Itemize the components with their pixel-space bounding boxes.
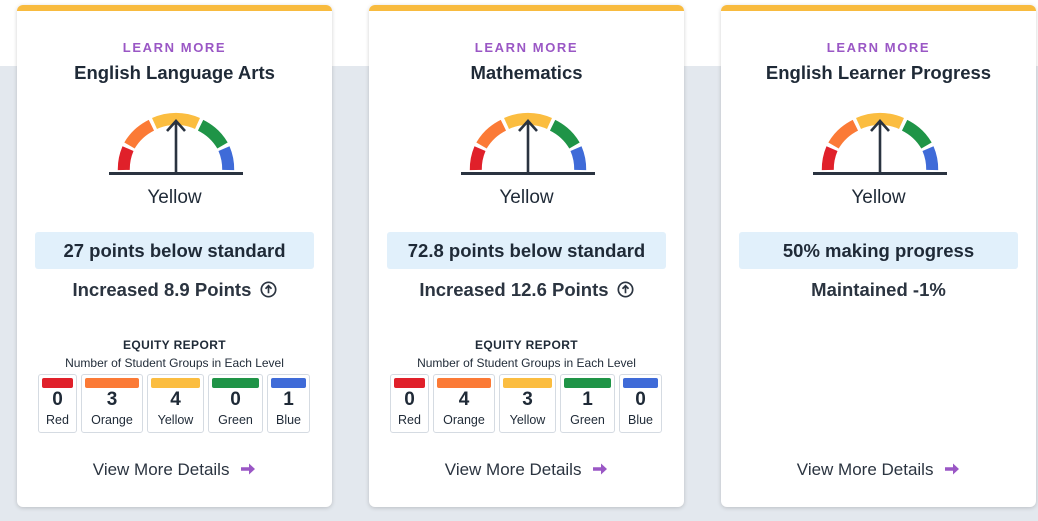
equity-level-green: 0 Green xyxy=(208,374,263,433)
equity-report-subtitle: Number of Student Groups in Each Level xyxy=(65,356,284,370)
arrow-up-circle-icon xyxy=(260,281,277,298)
arrow-right-icon xyxy=(945,463,960,475)
equity-level-blue: 1 Blue xyxy=(267,374,310,433)
level-color-bar xyxy=(394,378,425,388)
level-count: 1 xyxy=(283,389,294,410)
change-summary: Increased 12.6 Points xyxy=(369,279,684,301)
equity-level-green: 1 Green xyxy=(560,374,615,433)
equity-levels: 0 Red 4 Orange 3 Yellow 1 Green 0 Blue xyxy=(390,374,665,433)
change-summary: Maintained -1% xyxy=(721,279,1036,301)
level-label: Yellow xyxy=(509,413,546,427)
standard-distance-badge: 72.8 points below standard xyxy=(387,232,666,269)
card-english-language-arts: LEARN MORE English Language Arts Yellow … xyxy=(17,5,332,507)
view-more-details-link[interactable]: View More Details xyxy=(369,460,684,480)
level-color-bar xyxy=(503,378,552,388)
level-label: Orange xyxy=(91,413,133,427)
level-count: 0 xyxy=(230,389,241,410)
level-label: Red xyxy=(398,413,421,427)
equity-level-blue: 0 Blue xyxy=(619,374,662,433)
level-count: 3 xyxy=(522,389,533,410)
card-status-bar xyxy=(17,5,332,11)
level-color-bar xyxy=(151,378,200,388)
change-summary: Increased 8.9 Points xyxy=(17,279,332,301)
equity-level-yellow: 3 Yellow xyxy=(499,374,556,433)
arrow-right-icon xyxy=(593,463,608,475)
level-label: Red xyxy=(46,413,69,427)
equity-report-title: EQUITY REPORT xyxy=(475,338,578,352)
performance-gauge-icon xyxy=(461,112,595,175)
learn-more-link[interactable]: LEARN MORE xyxy=(17,40,332,55)
details-text: View More Details xyxy=(92,460,230,479)
learn-more-link[interactable]: LEARN MORE xyxy=(721,40,1036,55)
level-label: Blue xyxy=(275,413,302,427)
progress-badge: 50% making progress xyxy=(739,232,1018,269)
card-title: English Learner Progress xyxy=(765,62,992,83)
performance-gauge-icon xyxy=(813,112,947,175)
details-text: View More Details xyxy=(796,460,934,479)
equity-level-red: 0 Red xyxy=(390,374,429,433)
level-color-bar xyxy=(437,378,491,388)
view-more-details-link[interactable]: View More Details xyxy=(721,460,1036,480)
performance-status: Yellow xyxy=(851,187,906,208)
card-status-bar xyxy=(721,5,1036,11)
card-title: Mathematics xyxy=(470,62,583,83)
standard-distance-badge: 27 points below standard xyxy=(35,232,314,269)
arrow-right-icon xyxy=(241,463,256,475)
equity-levels: 0 Red 3 Orange 4 Yellow 0 Green 1 Blue xyxy=(38,374,313,433)
performance-gauge-icon xyxy=(109,112,243,175)
level-color-bar xyxy=(623,378,658,388)
level-count: 0 xyxy=(635,389,646,410)
level-label: Yellow xyxy=(157,413,194,427)
equity-level-yellow: 4 Yellow xyxy=(147,374,204,433)
level-count: 0 xyxy=(52,389,63,410)
change-text: Maintained -1% xyxy=(811,279,946,300)
performance-status: Yellow xyxy=(499,187,554,208)
level-count: 1 xyxy=(582,389,593,410)
level-color-bar xyxy=(42,378,73,388)
level-label: Orange xyxy=(443,413,485,427)
level-count: 3 xyxy=(106,389,118,410)
equity-report-subtitle: Number of Student Groups in Each Level xyxy=(417,356,636,370)
equity-level-red: 0 Red xyxy=(38,374,77,433)
equity-level-orange: 3 Orange xyxy=(81,374,143,433)
level-color-bar xyxy=(564,378,611,388)
card-status-bar xyxy=(369,5,684,11)
card-english-learner-progress: LEARN MORE English Learner Progress Yell… xyxy=(721,5,1036,507)
level-label: Green xyxy=(218,413,253,427)
level-count: 4 xyxy=(458,389,470,410)
change-text: Increased 8.9 Points xyxy=(72,279,252,300)
equity-level-orange: 4 Orange xyxy=(433,374,495,433)
level-color-bar xyxy=(212,378,259,388)
arrow-up-circle-icon xyxy=(617,281,634,298)
performance-status: Yellow xyxy=(147,187,202,208)
level-label: Blue xyxy=(627,413,654,427)
card-title: English Language Arts xyxy=(74,62,275,83)
level-label: Green xyxy=(570,413,605,427)
details-text: View More Details xyxy=(444,460,582,479)
change-text: Increased 12.6 Points xyxy=(419,279,609,300)
level-count: 4 xyxy=(170,389,181,410)
level-color-bar xyxy=(271,378,306,388)
level-count: 0 xyxy=(404,389,415,410)
level-color-bar xyxy=(85,378,139,388)
equity-report-title: EQUITY REPORT xyxy=(123,338,226,352)
view-more-details-link[interactable]: View More Details xyxy=(17,460,332,480)
card-mathematics: LEARN MORE Mathematics Yellow 72.8 point… xyxy=(369,5,684,507)
learn-more-link[interactable]: LEARN MORE xyxy=(369,40,684,55)
